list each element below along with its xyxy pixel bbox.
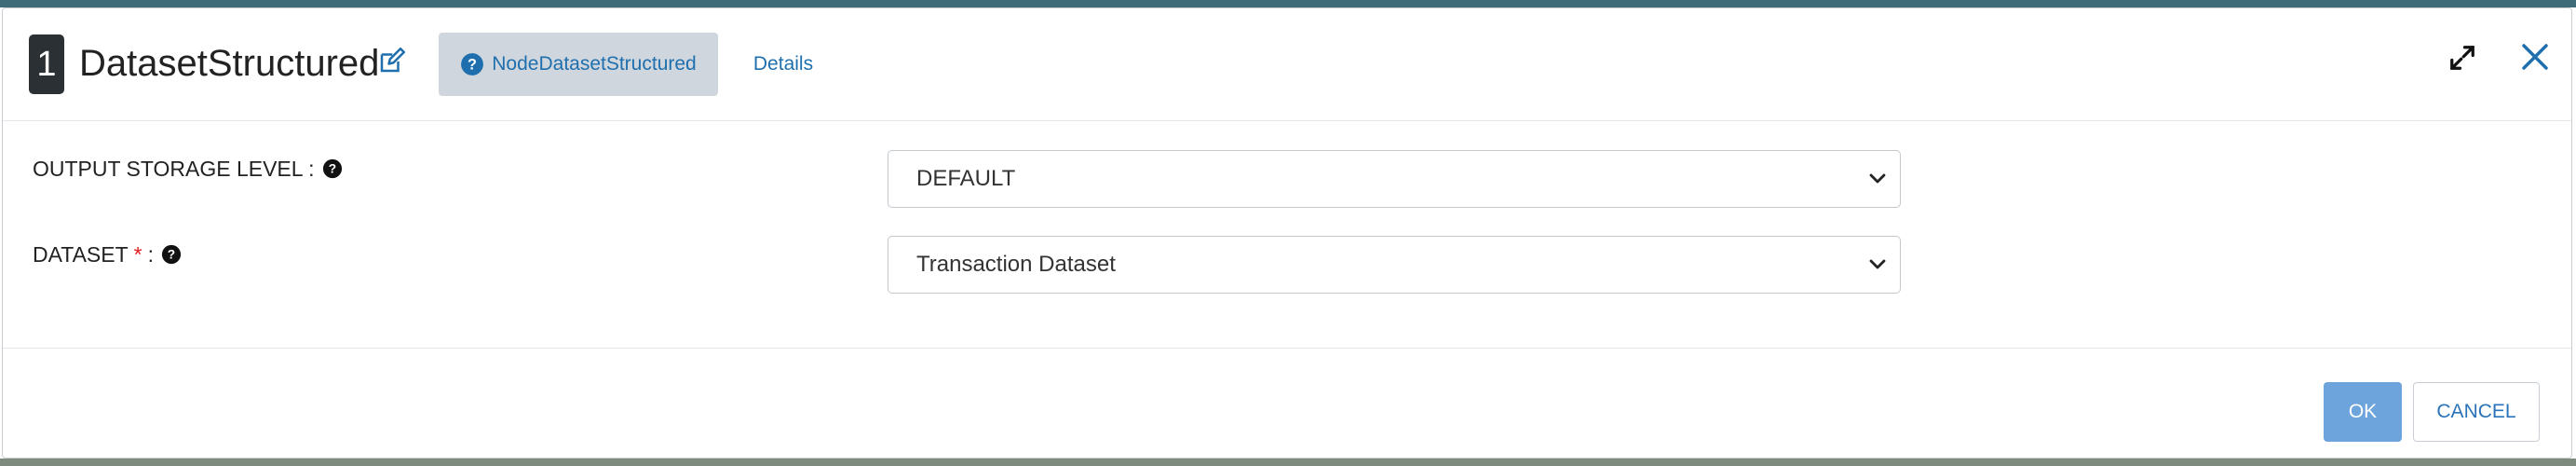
question-circle-icon: ? [461,53,484,75]
cancel-button[interactable]: CANCEL [2413,382,2540,442]
tab-label: Details [752,53,814,75]
dialog-header: 1 DatasetStructured ? NodeDatasetStructu… [3,8,2571,121]
tab-node-dataset-structured[interactable]: ? NodeDatasetStructured [439,33,718,96]
tab-label: NodeDatasetStructured [492,53,697,75]
step-number-badge: 1 [29,34,64,94]
close-icon[interactable] [2520,42,2550,72]
chevron-down-icon [1869,259,1886,269]
output-storage-level-label: OUTPUT STORAGE LEVEL : [33,156,315,181]
edit-icon[interactable] [377,48,405,75]
background-app-strip-bottom [0,459,2576,466]
node-title: DatasetStructured [79,43,380,84]
expand-icon[interactable] [2448,44,2476,72]
ok-button[interactable]: OK [2324,382,2402,442]
form-row-output-storage-level: OUTPUT STORAGE LEVEL : ? DEFAULT [3,150,2571,208]
chevron-down-icon [1869,173,1886,184]
dataset-select[interactable]: Transaction Dataset [888,236,1901,294]
label-colon: : [147,241,155,267]
field-label: OUTPUT STORAGE LEVEL : ? [33,150,343,187]
svg-text:?: ? [328,162,335,176]
node-config-dialog: 1 DatasetStructured ? NodeDatasetStructu… [2,7,2572,459]
svg-text:?: ? [468,56,477,73]
form-row-dataset: DATASET * : ? Transaction Dataset [3,236,2571,294]
required-asterisk: * [133,241,142,267]
dialog-footer: OK CANCEL [3,348,2571,460]
background-app-strip-top [0,0,2576,7]
svg-text:?: ? [168,248,175,262]
select-value: DEFAULT [916,166,1016,191]
field-label: DATASET * : ? [33,236,182,273]
question-circle-icon[interactable]: ? [161,244,182,265]
question-circle-icon[interactable]: ? [322,158,343,179]
tab-details[interactable]: Details [737,33,830,96]
dataset-label: DATASET [33,241,129,267]
output-storage-level-select[interactable]: DEFAULT [888,150,1901,208]
select-value: Transaction Dataset [916,252,1116,277]
